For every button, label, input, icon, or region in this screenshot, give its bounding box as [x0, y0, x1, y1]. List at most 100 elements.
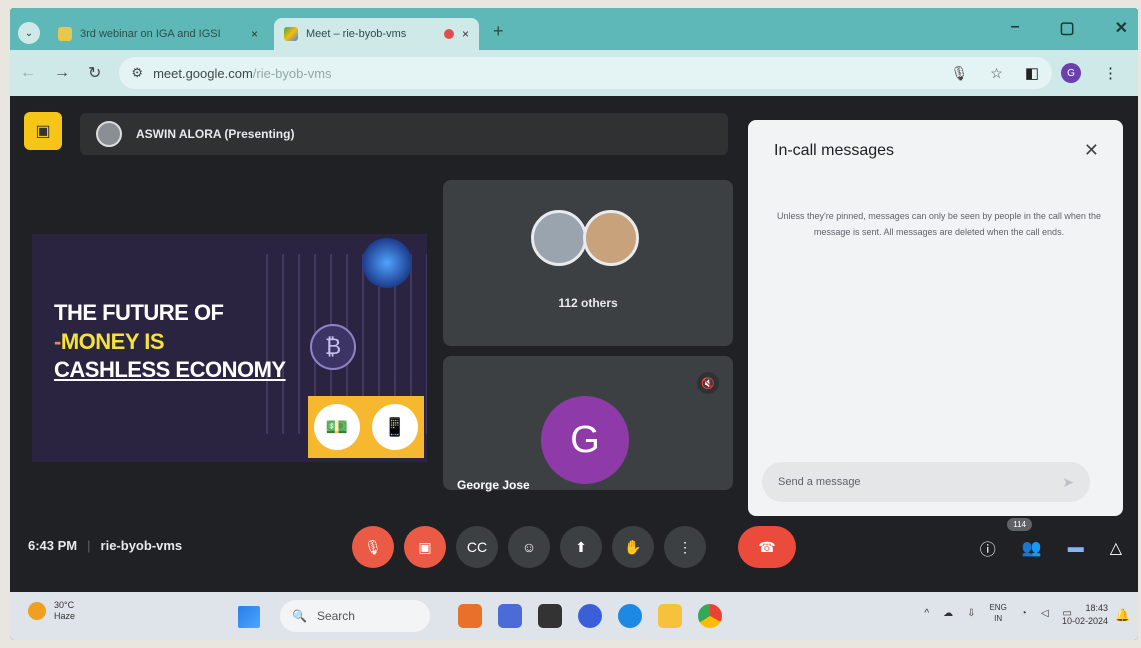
- send-icon[interactable]: ➤: [1062, 474, 1074, 491]
- host-controls-icon[interactable]: ▣: [24, 112, 62, 150]
- more-menu-icon[interactable]: ⋮: [1103, 64, 1118, 82]
- minimize-button[interactable]: –: [1011, 18, 1020, 38]
- slide-image-strip: 💵 📱: [308, 396, 424, 458]
- clock-date: 10-02-2024: [1061, 616, 1108, 626]
- call-controls-bar: 6:43 PM | rie-byob-vms 🎙 ▣ CC ☺ ⬆ ✋ ⋮ ☎ …: [10, 514, 1138, 592]
- copilot-icon[interactable]: [578, 604, 602, 628]
- tab-close-icon[interactable]: ×: [462, 27, 469, 41]
- wifi-icon[interactable]: ◔: [1021, 608, 1027, 619]
- file-explorer-icon[interactable]: [658, 604, 682, 628]
- call-time: 6:43 PM: [28, 538, 78, 553]
- toolbar-actions: 🎙 ☆ ◧ G ⋮: [950, 63, 1118, 83]
- participant-tile[interactable]: G 🔇 George Jose: [443, 356, 733, 492]
- reload-button[interactable]: ↻: [88, 63, 101, 83]
- window-controls: – ▢ ✕: [1011, 18, 1128, 38]
- card-payment-icon: 📱: [372, 404, 418, 450]
- muted-mic-icon: 🔇: [697, 372, 719, 394]
- close-window-button[interactable]: ✕: [1115, 18, 1128, 38]
- meet-favicon-icon: [284, 27, 298, 41]
- bookmark-star-icon[interactable]: ☆: [990, 65, 1003, 82]
- tab-meet[interactable]: Meet – rie-byob-vms ×: [274, 18, 479, 50]
- profile-avatar[interactable]: G: [1061, 63, 1081, 83]
- call-controls: 🎙 ▣ CC ☺ ⬆ ✋ ⋮ ☎: [352, 526, 796, 568]
- site-info-icon[interactable]: ⚙: [131, 65, 143, 81]
- usb-icon[interactable]: ⇩: [967, 608, 975, 619]
- tab-webinar[interactable]: 3rd webinar on IGA and IGSI ×: [48, 18, 268, 50]
- participant-count-badge: 114: [1007, 518, 1032, 531]
- meet-stage: ▣ ASWIN ALORA (Presenting) ₿ THE FUTURE …: [10, 96, 1138, 592]
- people-icon[interactable]: 👥: [1022, 538, 1042, 558]
- taskbar-search[interactable]: 🔍 Search: [280, 600, 430, 632]
- weather-sun-icon: [28, 602, 46, 620]
- microphone-icon[interactable]: 🎙: [950, 65, 968, 82]
- url-host: meet.google.com: [153, 65, 253, 81]
- browser-toolbar: ← → ↻ ⚙ meet.google.com/rie-byob-vms 🎙 ☆…: [10, 50, 1138, 96]
- presentation-slide: ₿ THE FUTURE OF -MONEY IS CASHLESS ECONO…: [32, 234, 427, 462]
- mic-off-icon[interactable]: 🎙: [352, 526, 394, 568]
- tab-close-icon[interactable]: ×: [251, 27, 258, 41]
- slide-dash: -: [54, 329, 61, 354]
- bitcoin-icon: ₿: [310, 324, 356, 370]
- new-tab-button[interactable]: +: [493, 21, 504, 42]
- chat-title: In-call messages: [774, 142, 895, 159]
- app-icon[interactable]: [458, 604, 482, 628]
- lang-bottom: IN: [994, 614, 1003, 623]
- participant-avatar: [583, 210, 639, 266]
- edge-icon[interactable]: [618, 604, 642, 628]
- search-label: Search: [316, 609, 355, 623]
- message-placeholder: Send a message: [778, 476, 861, 488]
- emoji-icon[interactable]: ☺: [508, 526, 550, 568]
- slide-line-3: CASHLESS ECONOMY: [54, 357, 286, 382]
- weather-widget[interactable]: 30°C Haze: [28, 600, 75, 622]
- participant-avatar: [531, 210, 587, 266]
- back-button[interactable]: ←: [20, 64, 36, 82]
- app-icon[interactable]: [498, 604, 522, 628]
- tab-search-button[interactable]: ⌄: [18, 22, 40, 44]
- maximize-button[interactable]: ▢: [1059, 18, 1074, 38]
- presenter-label: ASWIN ALORA (Presenting): [136, 127, 295, 141]
- activities-icon[interactable]: △: [1110, 538, 1122, 558]
- present-screen-icon[interactable]: ⬆: [560, 526, 602, 568]
- meeting-details-icon[interactable]: ⓘ: [980, 536, 996, 560]
- chat-icon[interactable]: ▬: [1068, 539, 1084, 557]
- separator: |: [87, 538, 91, 553]
- screen: ⌄ 3rd webinar on IGA and IGSI × Meet – r…: [10, 8, 1138, 640]
- clock-time: 18:43: [1085, 603, 1108, 613]
- close-icon[interactable]: ✕: [1084, 140, 1099, 161]
- slide-line-2-text: MONEY IS: [60, 329, 165, 354]
- participant-name: George Jose: [457, 478, 530, 492]
- volume-icon[interactable]: ◁: [1041, 608, 1049, 619]
- camera-off-icon[interactable]: ▣: [404, 526, 446, 568]
- windows-taskbar: 30°C Haze 🔍 Search ^ ☁ ⇩ ENG IN ◔ ◁ ▭ 18:4…: [10, 592, 1138, 640]
- raise-hand-icon[interactable]: ✋: [612, 526, 654, 568]
- others-tile[interactable]: 112 others: [443, 180, 733, 346]
- language-indicator[interactable]: ENG IN: [989, 602, 1006, 624]
- start-button-icon[interactable]: [238, 606, 260, 628]
- tab-title: Meet – rie-byob-vms: [306, 28, 407, 40]
- recording-dot-icon: [443, 29, 454, 39]
- url-path: /rie-byob-vms: [252, 65, 332, 81]
- app-icon[interactable]: [538, 604, 562, 628]
- chevron-up-icon[interactable]: ^: [924, 608, 929, 619]
- side-panel-icon[interactable]: ◧: [1025, 64, 1039, 82]
- taskbar-apps: [458, 604, 722, 628]
- system-tray: ^ ☁ ⇩ ENG IN ◔ ◁ ▭: [924, 602, 1072, 624]
- onedrive-icon[interactable]: ☁: [943, 608, 953, 619]
- temperature: 30°C: [54, 600, 75, 610]
- chrome-icon[interactable]: [698, 604, 722, 628]
- meeting-info: 6:43 PM | rie-byob-vms: [28, 538, 182, 553]
- slide-line-1: THE FUTURE OF: [54, 300, 224, 325]
- chat-info-text: Unless they're pinned, messages can only…: [777, 211, 1101, 237]
- address-bar[interactable]: ⚙ meet.google.com/rie-byob-vms: [119, 57, 1053, 89]
- glow-graphic: [362, 238, 412, 288]
- presenter-avatar: [96, 121, 122, 147]
- more-options-icon[interactable]: ⋮: [664, 526, 706, 568]
- forward-button[interactable]: →: [54, 64, 70, 82]
- notification-bell-icon[interactable]: 🔔: [1115, 608, 1130, 622]
- presenter-bar: ASWIN ALORA (Presenting): [80, 113, 728, 155]
- weather-condition: Haze: [54, 611, 76, 621]
- message-input[interactable]: Send a message ➤: [762, 462, 1090, 502]
- captions-icon[interactable]: CC: [456, 526, 498, 568]
- leave-call-icon[interactable]: ☎: [738, 526, 796, 568]
- clock[interactable]: 18:43 10-02-2024: [1062, 602, 1108, 628]
